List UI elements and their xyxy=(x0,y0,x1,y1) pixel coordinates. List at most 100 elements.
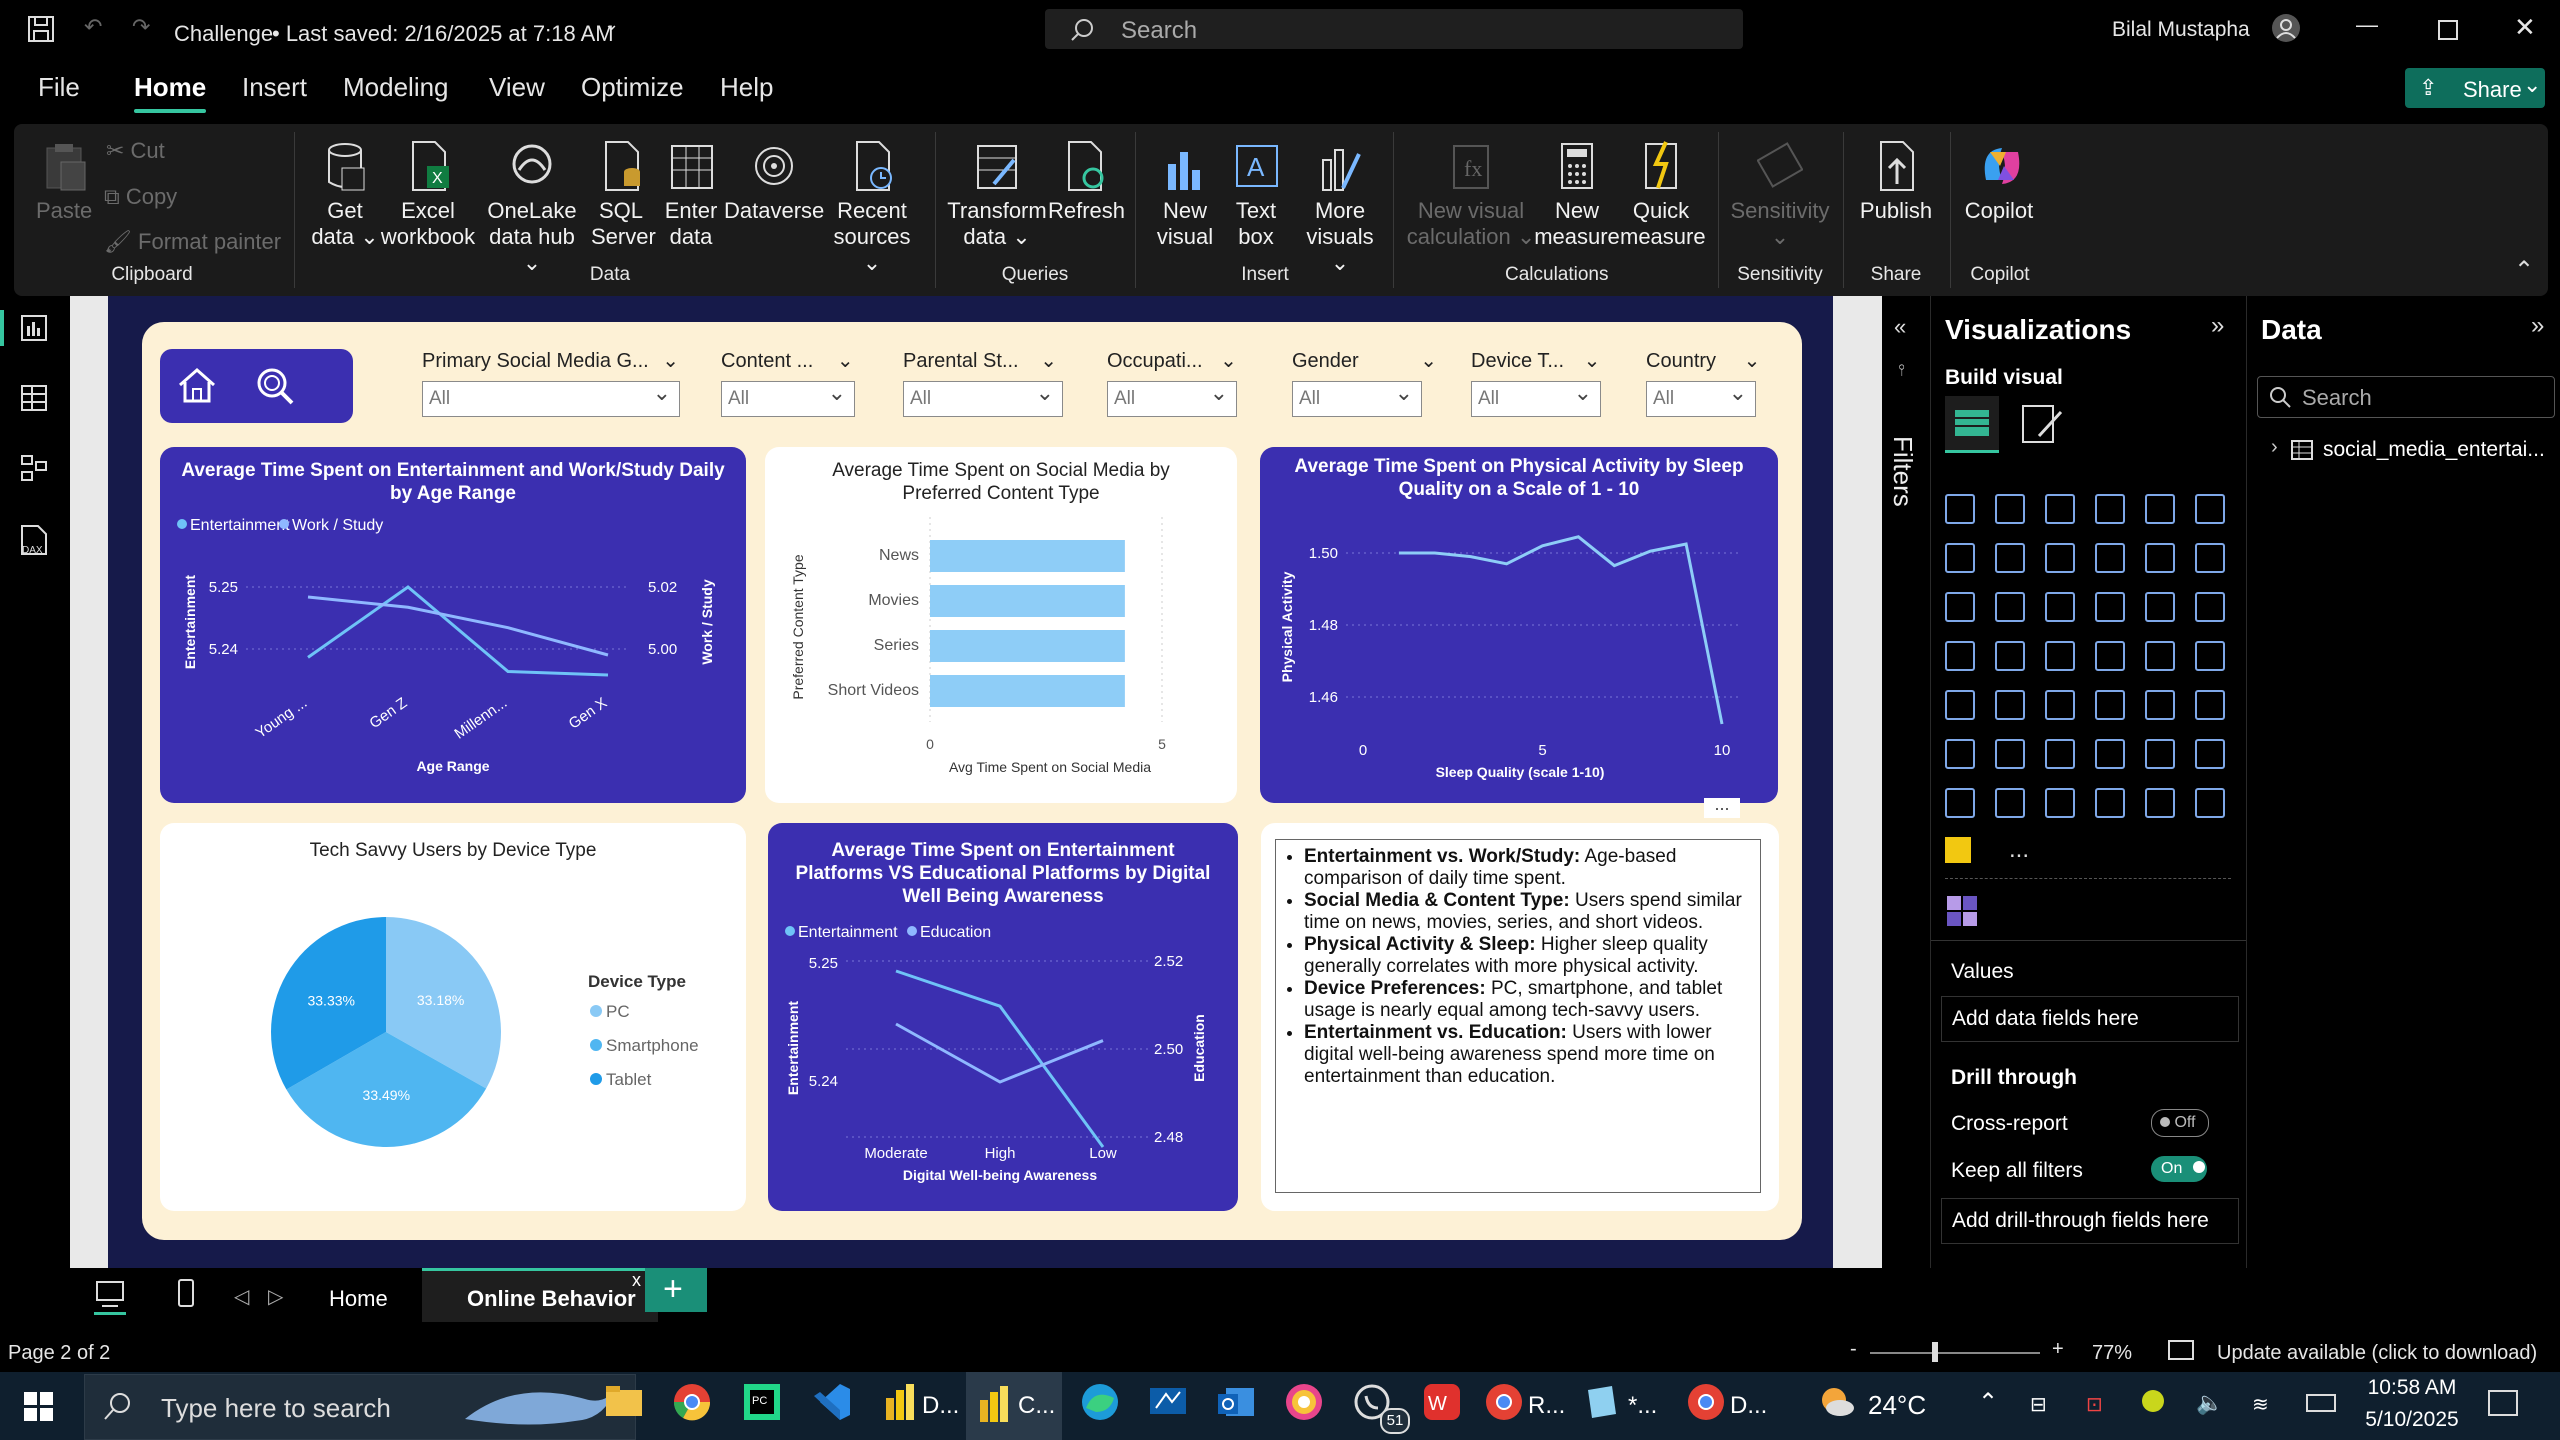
menu-modeling[interactable]: Modeling xyxy=(343,72,449,103)
zoom-slider[interactable] xyxy=(1870,1342,2040,1362)
funnel-icon[interactable] xyxy=(2045,592,2075,622)
menu-file[interactable]: File xyxy=(38,72,80,103)
zoom-in-icon[interactable]: + xyxy=(2052,1338,2064,1361)
build-visual-tab[interactable] xyxy=(1945,396,1999,453)
more-visuals-button[interactable]: More visuals ⌄ xyxy=(1300,140,1380,276)
taskbar-active-app[interactable]: C... xyxy=(966,1372,1062,1440)
power-apps-icon[interactable] xyxy=(1995,788,2025,818)
slicer-dropdown[interactable]: All xyxy=(721,376,855,417)
stacked-bar-icon[interactable] xyxy=(1945,494,1975,524)
notifications-icon[interactable] xyxy=(2488,1390,2518,1416)
paste-button[interactable]: Paste xyxy=(36,140,92,224)
chevron-down-icon[interactable]: ⌄ xyxy=(604,14,619,35)
weather-temp[interactable]: 24°C xyxy=(1868,1390,1926,1421)
slicer-dropdown[interactable]: All xyxy=(422,376,680,417)
recent-sources-button[interactable]: Recent sources ⌄ xyxy=(822,140,922,276)
tray-recording-icon[interactable]: ⊡ xyxy=(2086,1392,2103,1417)
slicer-device-type[interactable]: Device T... ⌄ All xyxy=(1471,348,1601,417)
text-box-button[interactable]: A Text box xyxy=(1226,140,1286,250)
100-area-icon[interactable] xyxy=(2095,543,2125,573)
clustered-bar-icon[interactable] xyxy=(2045,494,2075,524)
map-icon[interactable] xyxy=(1995,641,2025,671)
prev-page-icon[interactable]: ◁ xyxy=(234,1284,249,1309)
expand-filters-icon[interactable]: « xyxy=(1894,314,1906,340)
pie-icon[interactable] xyxy=(2145,592,2175,622)
collapse-ribbon-icon[interactable]: ⌃ xyxy=(2514,256,2534,285)
get-data-button[interactable]: Get data ⌄ xyxy=(305,140,385,250)
custom-visual-icon[interactable] xyxy=(1945,894,1981,930)
area-chart-icon[interactable] xyxy=(1995,543,2025,573)
ribbon-chart-icon[interactable] xyxy=(1945,592,1975,622)
cross-report-toggle[interactable]: Off xyxy=(2151,1109,2209,1137)
enter-data-button[interactable]: Enter data xyxy=(660,140,722,250)
menu-insert[interactable]: Insert xyxy=(242,72,307,103)
edge-icon[interactable] xyxy=(1080,1382,1124,1426)
multi-row-card-icon[interactable] xyxy=(1945,690,1975,720)
chrome-icon[interactable] xyxy=(672,1382,716,1426)
quick-measure-button[interactable]: Quick measure xyxy=(1620,140,1706,250)
fabric-visual-icon[interactable] xyxy=(1945,837,1971,863)
add-page-button[interactable]: + xyxy=(645,1268,707,1312)
cut-button[interactable]: ✂ Cut xyxy=(106,138,165,164)
sql-server-button[interactable]: SQL Server xyxy=(591,140,656,250)
taskbar-app-label[interactable]: R... xyxy=(1528,1392,1565,1420)
collapse-data-icon[interactable]: » xyxy=(2531,312,2544,340)
taskbar-search[interactable]: Type here to search xyxy=(84,1374,636,1440)
power-automate-icon[interactable] xyxy=(2045,788,2075,818)
100-stacked-column-icon[interactable] xyxy=(2195,494,2225,524)
clock-date[interactable]: 5/10/2025 xyxy=(2362,1408,2462,1432)
filled-map-icon[interactable] xyxy=(2045,641,2075,671)
stacked-area-icon[interactable] xyxy=(2045,543,2075,573)
pycharm-icon[interactable]: PC xyxy=(742,1382,786,1426)
tab-home[interactable]: Home xyxy=(329,1286,388,1312)
clustered-column-icon[interactable] xyxy=(2095,494,2125,524)
file-explorer-icon[interactable] xyxy=(604,1382,648,1426)
format-visual-icon[interactable] xyxy=(2019,402,2063,446)
table-view-icon[interactable] xyxy=(20,384,48,412)
vscode-icon[interactable] xyxy=(812,1382,856,1426)
search-page-icon[interactable] xyxy=(254,365,296,407)
slicer-country[interactable]: Country ⌄ All xyxy=(1646,348,1760,417)
new-visual-button[interactable]: New visual xyxy=(1150,140,1220,250)
taskbar-app-label[interactable]: D... xyxy=(922,1392,959,1420)
model-view-icon[interactable] xyxy=(20,454,48,482)
menu-optimize[interactable]: Optimize xyxy=(581,72,684,103)
fit-to-page-icon[interactable] xyxy=(2168,1340,2194,1360)
slicer-icon[interactable] xyxy=(2045,690,2075,720)
powerbi-icon[interactable] xyxy=(880,1382,924,1426)
chrome-profile-icon[interactable] xyxy=(1686,1382,1730,1426)
slicer-dropdown[interactable]: All xyxy=(1646,376,1756,417)
battery-icon[interactable] xyxy=(2306,1394,2336,1412)
decomposition-tree-icon[interactable] xyxy=(2045,739,2075,769)
slicer-dropdown[interactable]: All xyxy=(903,376,1063,417)
new-measure-button[interactable]: New measure xyxy=(1532,140,1622,250)
chart-social-media-content-type[interactable]: Average Time Spent on Social Media by Pr… xyxy=(765,447,1237,803)
color-app-icon[interactable] xyxy=(1284,1382,1328,1426)
azure-map-icon[interactable] xyxy=(2095,641,2125,671)
minimize-icon[interactable]: — xyxy=(2356,12,2378,38)
goals-icon[interactable] xyxy=(2195,739,2225,769)
python-visual-icon[interactable] xyxy=(1945,739,1975,769)
slicer-dropdown[interactable]: All xyxy=(1471,376,1601,417)
slicer-occupation[interactable]: Occupati... ⌄ All xyxy=(1107,348,1237,417)
slicer-parental-status[interactable]: Parental St... ⌄ All xyxy=(903,348,1063,417)
insights-textbox[interactable]: Entertainment vs. Work/Study: Age-based … xyxy=(1275,839,1761,1193)
slicer-dropdown[interactable]: All xyxy=(1292,376,1422,417)
zoom-handle[interactable] xyxy=(1932,1342,1938,1362)
narrative-icon[interactable] xyxy=(2145,739,2175,769)
refresh-button[interactable]: Refresh xyxy=(1048,140,1125,224)
format-painter-button[interactable]: 🖌 Format painter xyxy=(104,229,281,255)
table-item[interactable]: › social_media_entertai... xyxy=(2271,436,2551,468)
undo-icon[interactable]: ↶ xyxy=(84,14,102,40)
paginated-report-icon[interactable] xyxy=(1945,788,1975,818)
slicer-primary-social-media[interactable]: Primary Social Media G... ⌄ All xyxy=(422,348,680,417)
maximize-icon[interactable] xyxy=(2438,20,2458,40)
excel-workbook-button[interactable]: X Excel workbook xyxy=(378,140,478,250)
tab-online-behavior[interactable]: Online Behavior x xyxy=(422,1268,658,1322)
volume-icon[interactable]: 🔈 xyxy=(2196,1390,2223,1416)
chart-entertainment-education-wellbeing[interactable]: Average Time Spent on Entertainment Plat… xyxy=(768,823,1238,1211)
next-page-icon[interactable]: ▷ xyxy=(268,1284,283,1309)
report-view-icon[interactable] xyxy=(20,314,48,342)
new-visual-calculation-button[interactable]: fx New visual calculation ⌄ xyxy=(1406,140,1536,250)
windows-start-icon[interactable] xyxy=(24,1392,54,1422)
